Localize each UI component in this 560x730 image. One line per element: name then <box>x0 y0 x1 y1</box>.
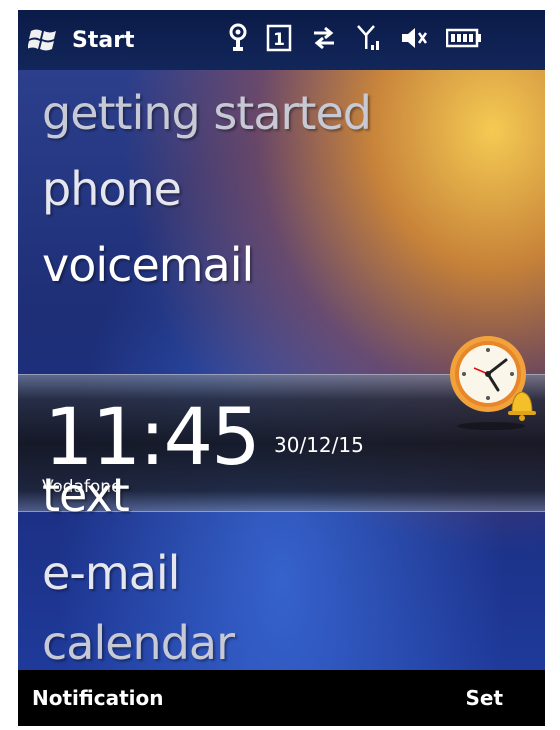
start-label: Start <box>72 27 135 53</box>
set-softkey[interactable]: Set <box>451 686 545 710</box>
menu-item-getting-started[interactable]: getting started <box>42 86 372 140</box>
status-icons: 1 <box>228 23 500 57</box>
softkey-bar: Notification Set <box>18 670 545 726</box>
notification-softkey[interactable]: Notification <box>18 686 177 710</box>
menu-item-phone[interactable]: phone <box>42 162 182 216</box>
sim-1-icon[interactable]: 1 <box>266 24 292 56</box>
status-bar: Start 1 <box>18 10 545 70</box>
menu-item-calendar[interactable]: calendar <box>42 616 235 670</box>
alarm-clock-icon[interactable] <box>444 332 538 432</box>
battery-icon[interactable] <box>445 27 482 53</box>
menu-item-text[interactable]: text <box>42 468 130 522</box>
home-screen: getting started phone voicemail 11:45 30… <box>18 70 545 670</box>
bluetooth-icon[interactable] <box>228 23 248 57</box>
menu-item-voicemail[interactable]: voicemail <box>42 238 254 292</box>
svg-text:1: 1 <box>273 30 285 50</box>
windows-flag-icon <box>28 29 56 51</box>
signal-icon[interactable] <box>356 23 382 57</box>
data-transfer-icon[interactable] <box>310 24 338 56</box>
menu-item-email[interactable]: e-mail <box>42 546 180 600</box>
phone-screen: Start 1 getting started phone voicemail … <box>18 10 545 726</box>
speaker-muted-icon[interactable] <box>400 24 428 56</box>
start-button[interactable]: Start <box>28 26 135 54</box>
date-display: 30/12/15 <box>274 433 364 457</box>
